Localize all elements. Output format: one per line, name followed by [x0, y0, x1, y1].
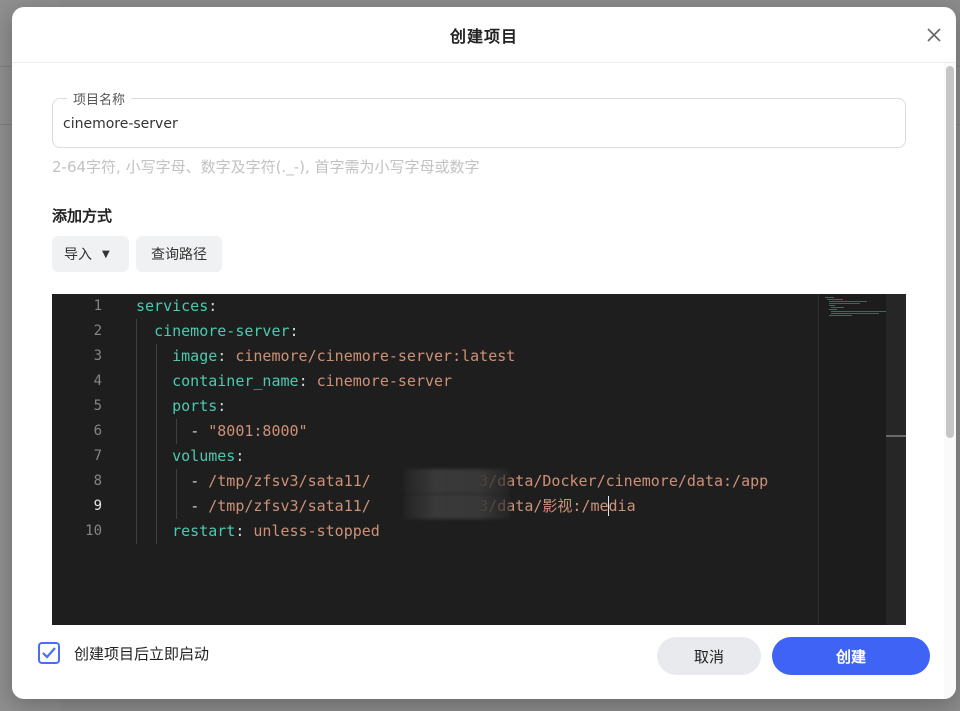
- yaml-value: "8001:8000": [208, 422, 308, 440]
- editor-scrollbar-thumb[interactable]: [886, 435, 906, 437]
- yaml-value: cinemore-server: [316, 372, 453, 390]
- line-number: 6: [93, 423, 102, 439]
- yaml-key: ports: [172, 397, 218, 415]
- line-number: 2: [93, 323, 102, 339]
- code-line[interactable]: - /tmp/zfsv3/sata11/ 3/data/影视:/media: [136, 494, 635, 519]
- dialog-scrollbar-thumb[interactable]: [946, 66, 954, 438]
- compose-code-editor[interactable]: 1 2 3 4 5 6 7 8 9 10 services: cinemore-server: i…: [52, 294, 906, 625]
- project-name-label: 项目名称: [67, 89, 132, 108]
- line-number: 4: [93, 373, 102, 389]
- line-number: 3: [93, 348, 102, 364]
- line-number: 7: [93, 448, 102, 464]
- editor-line-gutter: 1 2 3 4 5 6 7 8 9 10: [52, 294, 120, 625]
- import-button-label: 导入: [64, 247, 92, 263]
- auto-start-checkbox[interactable]: [38, 642, 60, 664]
- close-icon: [927, 28, 941, 42]
- yaml-key: image: [172, 347, 218, 365]
- minimap-line: [825, 297, 834, 298]
- minimap-line: [829, 303, 860, 304]
- line-number: 5: [93, 398, 102, 414]
- yaml-dash: -: [190, 422, 209, 440]
- project-name-input[interactable]: [63, 113, 883, 135]
- yaml-punct: :: [289, 322, 299, 340]
- create-button[interactable]: 创建: [772, 637, 930, 675]
- project-name-hint: 2-64字符, 小写字母、数字及字符(._-), 首字需为小写字母或数字: [52, 158, 480, 176]
- minimap-line: [831, 311, 887, 312]
- add-method-label: 添加方式: [52, 207, 113, 225]
- minimap-line: [831, 307, 844, 308]
- line-number: 1: [93, 298, 102, 314]
- line-number: 10: [85, 523, 102, 539]
- close-button[interactable]: [920, 21, 948, 49]
- code-line[interactable]: container_name: cinemore-server: [136, 369, 452, 394]
- editor-code-area[interactable]: services: cinemore-server: image: cinemo…: [136, 294, 818, 625]
- auto-start-label: 创建项目后立即启动: [74, 644, 210, 663]
- code-line[interactable]: - "8001:8000": [136, 419, 308, 444]
- minimap-line: [829, 315, 852, 316]
- minimap-line: [829, 305, 835, 306]
- yaml-key: cinemore-server: [154, 322, 290, 340]
- code-line[interactable]: restart: unless-stopped: [136, 519, 380, 544]
- minimap-line: [831, 313, 879, 314]
- create-project-dialog: 创建项目 项目名称 2-64字符, 小写字母、数字及字符(._-), 首字需为小…: [12, 7, 956, 699]
- text-cursor: [608, 496, 609, 516]
- yaml-punct: :: [208, 297, 218, 315]
- line-number: 8: [93, 473, 102, 489]
- redacted-path-segment: [404, 494, 510, 519]
- code-line[interactable]: services:: [136, 294, 217, 319]
- query-path-button[interactable]: 查询路径: [136, 236, 222, 272]
- auto-start-toggle[interactable]: 创建项目后立即启动: [38, 642, 209, 664]
- dialog-header: 创建项目: [12, 7, 956, 63]
- minimap-line: [829, 309, 837, 310]
- yaml-key: volumes: [172, 447, 236, 465]
- yaml-punct: :: [217, 347, 236, 365]
- yaml-value: cinemore/cinemore-server:latest: [235, 347, 516, 365]
- editor-minimap[interactable]: [818, 294, 887, 625]
- yaml-punct: :: [217, 397, 227, 415]
- yaml-key: container_name: [172, 372, 299, 390]
- line-number: 9: [93, 498, 102, 514]
- dialog-scrollbar[interactable]: [944, 63, 956, 699]
- code-line[interactable]: volumes:: [136, 444, 244, 469]
- checkmark-icon: [42, 647, 56, 659]
- project-name-field: 项目名称: [52, 89, 906, 148]
- code-line[interactable]: image: cinemore/cinemore-server:latest: [136, 344, 515, 369]
- minimap-line: [829, 301, 867, 302]
- cancel-button[interactable]: 取消: [657, 637, 761, 675]
- import-dropdown-button[interactable]: 导入 ▼: [52, 236, 129, 272]
- yaml-key: restart: [172, 522, 236, 540]
- caret-down-icon: ▼: [102, 248, 110, 260]
- editor-scrollbar[interactable]: [886, 294, 906, 625]
- code-line[interactable]: ports:: [136, 394, 226, 419]
- redacted-path-segment: [404, 469, 510, 494]
- yaml-dash: -: [190, 497, 209, 515]
- yaml-dash: -: [190, 472, 209, 490]
- code-line[interactable]: cinemore-server:: [136, 319, 299, 344]
- yaml-key: services: [136, 297, 209, 315]
- yaml-punct: :: [235, 447, 245, 465]
- minimap-line: [827, 299, 843, 300]
- yaml-value: unless-stopped: [253, 522, 380, 540]
- yaml-punct: :: [235, 522, 254, 540]
- yaml-punct: :: [298, 372, 317, 390]
- dialog-title: 创建项目: [449, 26, 518, 46]
